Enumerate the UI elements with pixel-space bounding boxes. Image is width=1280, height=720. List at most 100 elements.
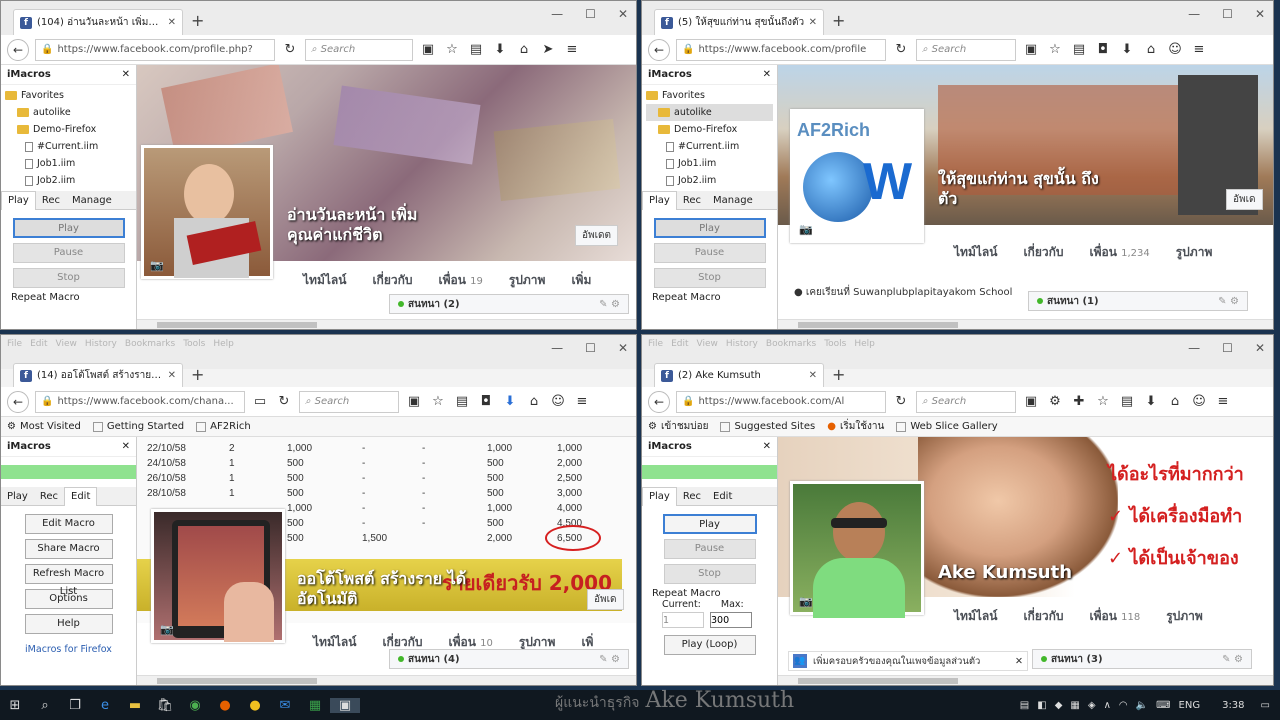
profile-picture[interactable]: 📷 <box>151 509 285 643</box>
update-cover-button[interactable]: อัพเด <box>1226 189 1263 210</box>
imacros-icon[interactable]: ▣ <box>1022 42 1040 57</box>
close-sidebar-icon[interactable]: ✕ <box>763 69 771 80</box>
profile-picture[interactable]: AF2Rich W 📷 <box>790 109 924 243</box>
bookmark-most-visited[interactable]: ⚙ เข้าชมบ่อย <box>648 419 708 434</box>
active-app-icon[interactable]: ▣ <box>330 697 360 713</box>
scroll-thumb[interactable] <box>798 322 958 328</box>
pocket-icon[interactable]: ◘ <box>477 394 495 409</box>
close-tab-icon[interactable]: ✕ <box>168 17 176 28</box>
download-icon[interactable]: ⬇ <box>491 42 509 57</box>
search-icon[interactable]: ⌕ <box>30 698 60 713</box>
horizontal-scrollbar[interactable] <box>778 319 1273 329</box>
new-tab-button[interactable]: + <box>191 11 204 30</box>
profile-picture[interactable]: 📷 <box>141 145 273 279</box>
tab-play[interactable]: Play <box>1 190 36 210</box>
options-button[interactable]: Options <box>24 589 113 609</box>
url-bar[interactable]: 🔒 https://www.facebook.com/chana... <box>35 390 245 413</box>
scroll-thumb[interactable] <box>157 322 317 328</box>
stop-button[interactable]: Stop <box>663 564 756 584</box>
back-button[interactable]: ← <box>7 38 29 61</box>
chat-bar[interactable]: สนทนา (4) ✎ ⚙ <box>389 649 629 669</box>
tab-rec[interactable]: Rec <box>36 195 66 206</box>
tab-rec[interactable]: Rec <box>34 491 64 502</box>
close-icon[interactable]: ✕ <box>618 7 628 21</box>
volume-icon[interactable]: 🔈 <box>1136 700 1148 711</box>
tray-app-icon[interactable]: ◆ <box>1055 700 1063 711</box>
home-icon[interactable]: ⌂ <box>515 42 533 57</box>
tab-manage[interactable]: Manage <box>66 195 118 206</box>
close-sidebar-icon[interactable]: ✕ <box>763 441 771 452</box>
back-button[interactable]: ← <box>7 390 29 413</box>
close-sidebar-icon[interactable]: ✕ <box>122 69 130 80</box>
pocket-icon[interactable]: ◘ <box>1094 42 1112 57</box>
maximize-icon[interactable]: ☐ <box>585 341 596 355</box>
new-tab-button[interactable]: + <box>832 11 845 30</box>
reload-icon[interactable]: ↻ <box>892 42 910 57</box>
update-cover-button[interactable]: อัพเดต <box>575 225 619 246</box>
back-button[interactable]: ← <box>648 38 670 61</box>
gear-icon[interactable]: ⚙ <box>1046 394 1064 409</box>
minimize-icon[interactable]: — <box>1188 7 1200 21</box>
help-button[interactable]: Help <box>24 614 113 634</box>
keyboard-icon[interactable]: ⌨ <box>1156 700 1170 711</box>
browser-tab[interactable]: f (2) Ake Kumsuth ✕ <box>654 363 824 387</box>
maximize-icon[interactable]: ☐ <box>585 7 596 21</box>
clock[interactable]: 3:38 <box>1222 700 1244 711</box>
chat-icon[interactable]: ☺ <box>549 394 567 409</box>
reader-icon[interactable]: ▭ <box>251 394 269 409</box>
horizontal-scrollbar[interactable] <box>137 675 636 685</box>
home-icon[interactable]: ⌂ <box>525 394 543 409</box>
search-input[interactable]: ⌕ Search <box>299 390 399 413</box>
play-button[interactable]: Play <box>12 218 125 238</box>
nav-friends[interactable]: เพื่อน 19 <box>438 271 482 290</box>
home-icon[interactable]: ⌂ <box>1166 394 1184 409</box>
chat-icon[interactable]: ☺ <box>1166 42 1184 57</box>
tree-item[interactable]: Demo-Firefox <box>5 121 132 138</box>
max-loop-input[interactable] <box>710 612 752 628</box>
horizontal-scrollbar[interactable] <box>778 675 1273 685</box>
close-tab-icon[interactable]: ✕ <box>809 17 817 28</box>
reading-list-icon[interactable]: ▤ <box>1070 42 1088 57</box>
camera-icon[interactable]: 📷 <box>160 623 174 636</box>
tray-app-icon[interactable]: ▤ <box>1020 700 1029 711</box>
puzzle-icon[interactable]: ✚ <box>1070 394 1088 409</box>
tree-item[interactable]: autolike <box>5 104 132 121</box>
wifi-icon[interactable]: ◠ <box>1119 700 1128 711</box>
nav-timeline[interactable]: ไทม์ไลน์ <box>313 633 356 652</box>
nav-more[interactable]: เพิ่ม <box>571 271 591 290</box>
chevron-up-icon[interactable]: ∧ <box>1104 700 1111 711</box>
scroll-thumb[interactable] <box>157 678 317 684</box>
pause-button[interactable]: Pause <box>653 243 766 263</box>
stop-button[interactable]: Stop <box>653 268 766 288</box>
nav-photos[interactable]: รูปภาพ <box>1176 243 1213 262</box>
nav-timeline[interactable]: ไทม์ไลน์ <box>954 243 997 262</box>
app-icon[interactable]: ● <box>240 698 270 713</box>
tree-item[interactable]: Job2.iim <box>5 172 132 189</box>
bookmark-getting-started[interactable]: ● เริ่มใช้งาน <box>827 419 884 434</box>
play-button[interactable]: Play <box>653 218 766 238</box>
search-input[interactable]: ⌕ Search <box>916 38 1016 61</box>
edge-icon[interactable]: e <box>90 698 120 713</box>
maximize-icon[interactable]: ☐ <box>1222 7 1233 21</box>
play-button[interactable]: Play <box>662 514 757 534</box>
pause-button[interactable]: Pause <box>12 243 125 263</box>
url-bar[interactable]: 🔒 https://www.facebook.com/Al <box>676 390 886 413</box>
tab-play[interactable]: Play <box>642 486 677 506</box>
search-input[interactable]: ⌕ Search <box>305 38 413 61</box>
chat-bar[interactable]: สนทนา (2) ✎ ⚙ <box>389 294 629 314</box>
nav-friends[interactable]: เพื่อน 118 <box>1089 607 1140 626</box>
new-tab-button[interactable]: + <box>832 365 845 384</box>
minimize-icon[interactable]: — <box>551 7 563 21</box>
close-tab-icon[interactable]: ✕ <box>168 370 176 381</box>
tray-app-icon[interactable]: ◧ <box>1037 700 1046 711</box>
tab-rec[interactable]: Rec <box>677 195 707 206</box>
chat-settings-icon[interactable]: ✎ ⚙ <box>599 654 620 665</box>
stop-button[interactable]: Stop <box>12 268 125 288</box>
bookmark-web-slice-gallery[interactable]: Web Slice Gallery <box>896 421 998 432</box>
tree-item[interactable]: Job2.iim <box>646 172 773 189</box>
tab-play[interactable]: Play <box>642 190 677 210</box>
edit-macro-button[interactable]: Edit Macro <box>24 514 113 534</box>
file-explorer-icon[interactable]: ▬ <box>120 698 150 713</box>
update-cover-button[interactable]: อัพเด <box>587 589 624 610</box>
nav-timeline[interactable]: ไทม์ไลน์ <box>303 271 346 290</box>
